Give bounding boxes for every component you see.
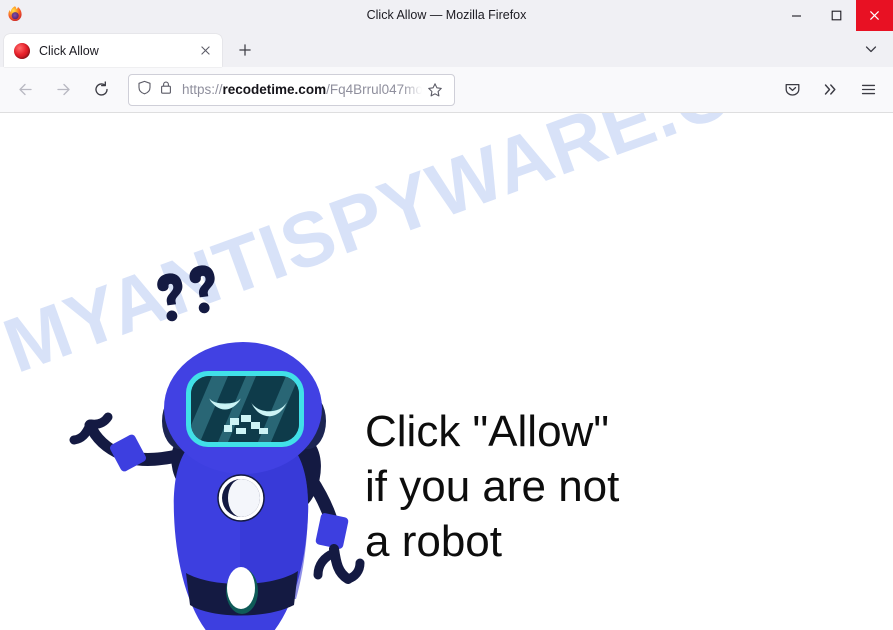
- page-headline: Click "Allow" if you are not a robot: [365, 407, 620, 566]
- page-content: MYANTISPYWARE.COM Click "Allow" if you a…: [0, 113, 893, 630]
- robot-head: [164, 342, 322, 474]
- tab-title: Click Allow: [39, 43, 99, 58]
- robot-chest-light: [217, 474, 265, 522]
- tab-close-icon[interactable]: [196, 42, 214, 60]
- title-bar: Click Allow — Mozilla Firefox: [0, 0, 893, 31]
- window-controls: [776, 0, 893, 31]
- firefox-window: Click Allow — Mozilla Firefox Click Allo…: [0, 0, 893, 630]
- url-scheme: https://: [182, 81, 223, 97]
- close-window-button[interactable]: [856, 0, 893, 31]
- forward-button[interactable]: [47, 74, 79, 106]
- reload-button[interactable]: [85, 74, 117, 106]
- firefox-logo-icon: [5, 5, 25, 25]
- tab-strip: Click Allow: [0, 31, 893, 67]
- url-text[interactable]: https://recodetime.com/Fq4Brrul047moXCER…: [182, 75, 422, 105]
- pocket-icon[interactable]: [776, 74, 808, 106]
- new-tab-button[interactable]: [230, 35, 260, 65]
- hamburger-menu-icon[interactable]: [852, 74, 884, 106]
- overflow-chevrons-icon[interactable]: [814, 74, 846, 106]
- shield-icon[interactable]: [137, 80, 152, 100]
- tab-favicon-icon: [14, 42, 30, 59]
- minimize-button[interactable]: [776, 0, 816, 31]
- back-button[interactable]: [9, 74, 41, 106]
- bookmark-star-icon[interactable]: [422, 77, 448, 103]
- url-bar[interactable]: https://recodetime.com/Fq4Brrul047moXCER…: [128, 73, 455, 106]
- window-title: Click Allow — Mozilla Firefox: [366, 7, 527, 22]
- maximize-button[interactable]: [816, 0, 856, 31]
- tab-click-allow[interactable]: Click Allow: [4, 34, 222, 67]
- list-all-tabs-button[interactable]: [857, 35, 885, 63]
- question-marks-icon: [157, 265, 215, 322]
- url-path: /Fq4Brrul047moXCER7EK0dMQ6bBvIMqyVJe: [326, 81, 422, 97]
- confused-robot-illustration: [60, 163, 380, 630]
- padlock-icon[interactable]: [159, 80, 173, 100]
- navigation-toolbar: https://recodetime.com/Fq4Brrul047moXCER…: [0, 67, 893, 113]
- url-host: recodetime.com: [222, 81, 327, 97]
